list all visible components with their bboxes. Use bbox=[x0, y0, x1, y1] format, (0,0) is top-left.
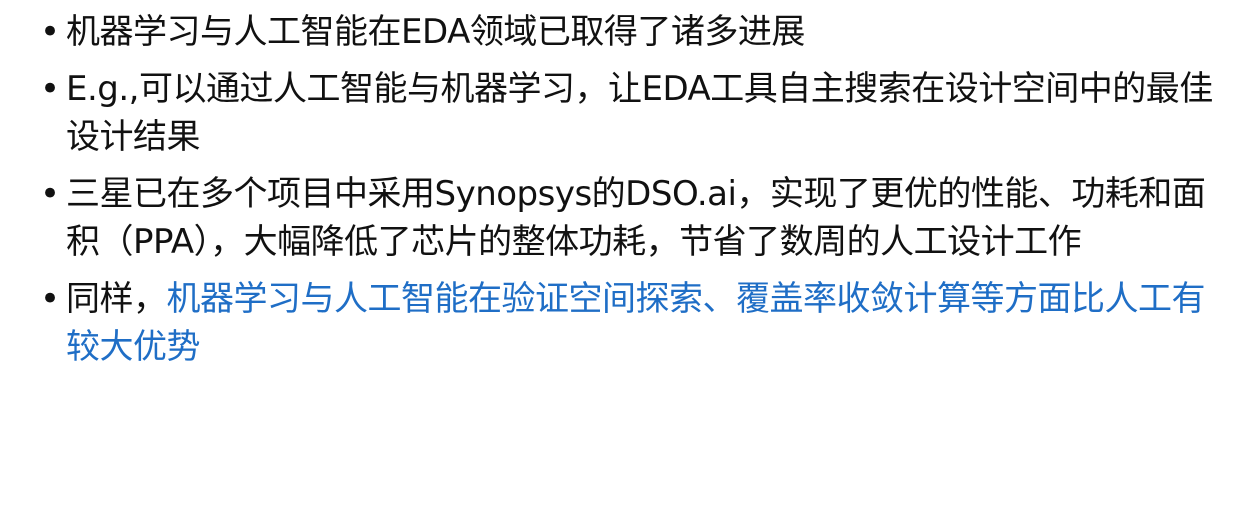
bullet-dot: • bbox=[40, 69, 60, 109]
bullet-item-2: • E.g.,可以通过人工智能与机器学习，让EDA工具自主搜索在设计空间中的最佳… bbox=[0, 65, 1238, 161]
bullet-list: • 机器学习与人工智能在EDA领域已取得了诸多进展 • E.g.,可以通过人工智… bbox=[0, 8, 1238, 380]
bullet-text: E.g.,可以通过人工智能与机器学习，让EDA工具自主搜索在设计空间中的最佳设计… bbox=[66, 69, 1213, 157]
bullet-dot: • bbox=[40, 12, 60, 52]
bullet-item-3: • 三星已在多个项目中采用Synopsys的DSO.ai，实现了更优的性能、功耗… bbox=[0, 170, 1238, 266]
bullet-text-highlight: 机器学习与人工智能在验证空间探索、覆盖率收敛计算等方面比人工有较大优势 bbox=[66, 279, 1206, 367]
bullet-dot: • bbox=[40, 279, 60, 319]
slide: • 机器学习与人工智能在EDA领域已取得了诸多进展 • E.g.,可以通过人工智… bbox=[0, 0, 1238, 520]
bullet-dot: • bbox=[40, 174, 60, 214]
bullet-text: 三星已在多个项目中采用Synopsys的DSO.ai，实现了更优的性能、功耗和面… bbox=[66, 174, 1206, 262]
bullet-item-4: • 同样，机器学习与人工智能在验证空间探索、覆盖率收敛计算等方面比人工有较大优势 bbox=[0, 275, 1238, 371]
bullet-text: 机器学习与人工智能在EDA领域已取得了诸多进展 bbox=[66, 12, 805, 52]
bullet-text-prefix: 同样， bbox=[66, 279, 167, 319]
bullet-item-1: • 机器学习与人工智能在EDA领域已取得了诸多进展 bbox=[0, 8, 1238, 56]
